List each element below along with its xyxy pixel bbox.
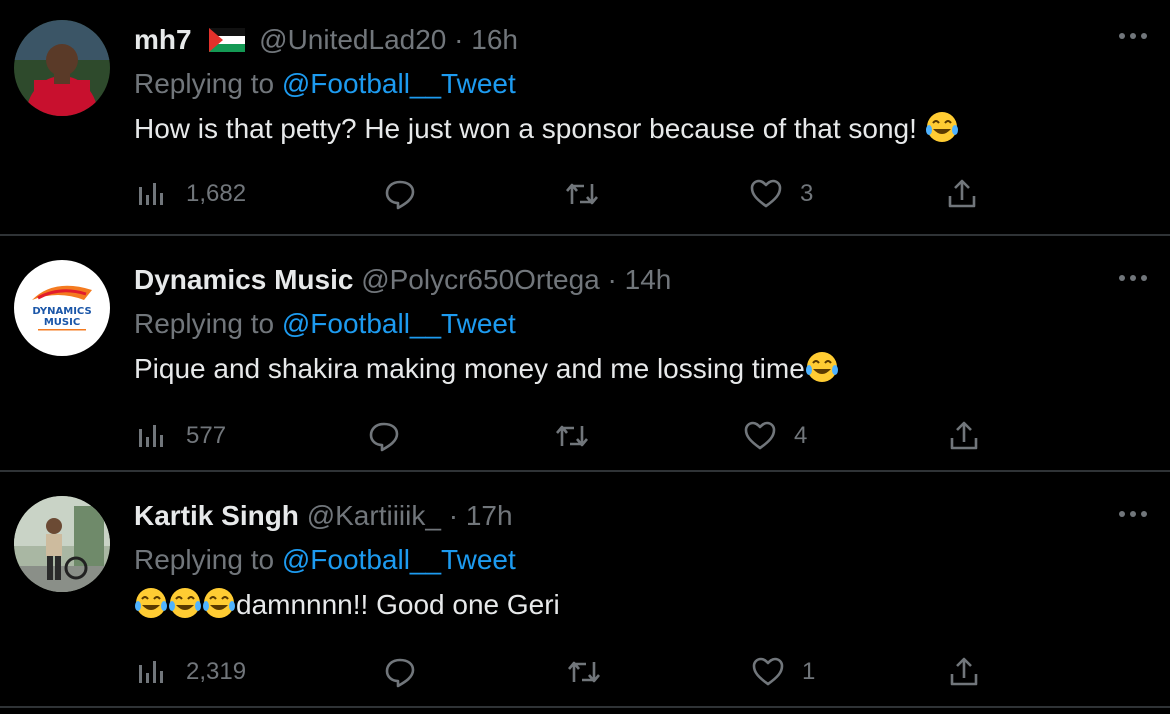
avatar[interactable] (14, 20, 110, 116)
tears-of-joy-emoji (805, 350, 839, 396)
tweet-header: Kartik Singh @Kartiiiik_ · 17h (134, 496, 513, 536)
tweet-body: How is that petty? He just won a sponsor… (134, 113, 917, 144)
reply-mention-link[interactable]: @Football__Tweet (282, 68, 516, 99)
replying-label: Replying to (134, 68, 282, 99)
share-button[interactable] (948, 648, 980, 696)
views-button[interactable]: 577 (138, 412, 226, 460)
tweet-header: mh7 @UnitedLad20 · 16h (134, 20, 518, 63)
tears-of-joy-emoji (168, 586, 202, 632)
action-bar: 1,682 3 (134, 170, 984, 218)
action-bar: 577 4 (134, 412, 984, 460)
share-icon (948, 656, 980, 688)
views-count: 1,682 (186, 180, 247, 207)
tweet-body: damnnnn!! Good one Geri (236, 589, 560, 620)
avatar-logo-text: DYNAMICS (32, 306, 91, 317)
reply-mention-link[interactable]: @Football__Tweet (282, 308, 516, 339)
replying-to: Replying to @Football__Tweet (134, 64, 516, 104)
heart-icon (752, 657, 784, 687)
more-dots-icon[interactable] (1118, 270, 1148, 288)
tears-of-joy-emoji (925, 110, 959, 156)
retweet-icon (566, 656, 602, 688)
like-button[interactable]: 4 (744, 412, 807, 460)
heart-icon (750, 179, 782, 209)
tears-of-joy-emoji (134, 586, 168, 632)
more-dots-icon[interactable] (1118, 506, 1148, 524)
tears-of-joy-emoji (202, 586, 236, 632)
reply-button[interactable] (368, 412, 400, 460)
display-name[interactable]: mh7 (134, 24, 192, 55)
reply-bubble-icon (384, 656, 416, 688)
reply-tweet-1[interactable]: mh7 @UnitedLad20 · 16h Replying to @Foot… (0, 0, 1170, 236)
tweet-header: Dynamics Music @Polycr650Ortega · 14h (134, 260, 671, 300)
timestamp[interactable]: · 14h (608, 264, 672, 295)
like-count: 1 (802, 658, 816, 685)
avatar[interactable]: DYNAMICS MUSIC (14, 260, 110, 356)
views-count: 2,319 (186, 658, 247, 685)
heart-icon (744, 421, 776, 451)
reply-bubble-icon (384, 178, 416, 210)
like-count: 4 (794, 422, 808, 449)
reply-tweet-2[interactable]: DYNAMICS MUSIC Dynamics Music @Polycr650… (0, 236, 1170, 472)
tweet-text: damnnnn!! Good one Geri (134, 584, 560, 632)
avatar-logo-text: MUSIC (44, 317, 80, 328)
avatar[interactable] (14, 496, 110, 592)
retweet-button[interactable] (554, 412, 590, 460)
reply-mention-link[interactable]: @Football__Tweet (282, 544, 516, 575)
replying-label: Replying to (134, 308, 282, 339)
share-button[interactable] (946, 170, 978, 218)
reply-tweet-3[interactable]: Kartik Singh @Kartiiiik_ · 17h Replying … (0, 472, 1170, 708)
replying-to: Replying to @Football__Tweet (134, 540, 516, 580)
tweet-text: Pique and shakira making money and me lo… (134, 348, 839, 396)
views-button[interactable]: 1,682 (138, 170, 246, 218)
tweet-body: Pique and shakira making money and me lo… (134, 353, 805, 384)
display-name[interactable]: Dynamics Music (134, 264, 353, 295)
share-icon (948, 420, 980, 452)
handle[interactable]: @UnitedLad20 (259, 24, 446, 55)
views-chart-icon (138, 423, 164, 449)
views-count: 577 (186, 422, 227, 449)
retweet-button[interactable] (566, 648, 602, 696)
replying-label: Replying to (134, 544, 282, 575)
reply-button[interactable] (384, 648, 416, 696)
share-icon (946, 178, 978, 210)
timestamp[interactable]: · 17h (449, 500, 513, 531)
timestamp[interactable]: · 16h (454, 24, 518, 55)
like-button[interactable]: 3 (750, 170, 813, 218)
retweet-icon (564, 178, 600, 210)
more-dots-icon[interactable] (1118, 28, 1148, 46)
like-button[interactable]: 1 (752, 648, 815, 696)
display-name[interactable]: Kartik Singh (134, 500, 299, 531)
retweet-button[interactable] (564, 170, 600, 218)
retweet-icon (554, 420, 590, 452)
tweet-text: How is that petty? He just won a sponsor… (134, 108, 959, 156)
share-button[interactable] (948, 412, 980, 460)
views-button[interactable]: 2,319 (138, 648, 246, 696)
like-count: 3 (800, 180, 814, 207)
action-bar: 2,319 1 (134, 648, 984, 696)
palestine-flag-icon (209, 23, 246, 63)
reply-bubble-icon (368, 420, 400, 452)
reply-button[interactable] (384, 170, 416, 218)
views-chart-icon (138, 659, 164, 685)
handle[interactable]: @Kartiiiik_ (307, 500, 441, 531)
views-chart-icon (138, 181, 164, 207)
replying-to: Replying to @Football__Tweet (134, 304, 516, 344)
handle[interactable]: @Polycr650Ortega (361, 264, 600, 295)
